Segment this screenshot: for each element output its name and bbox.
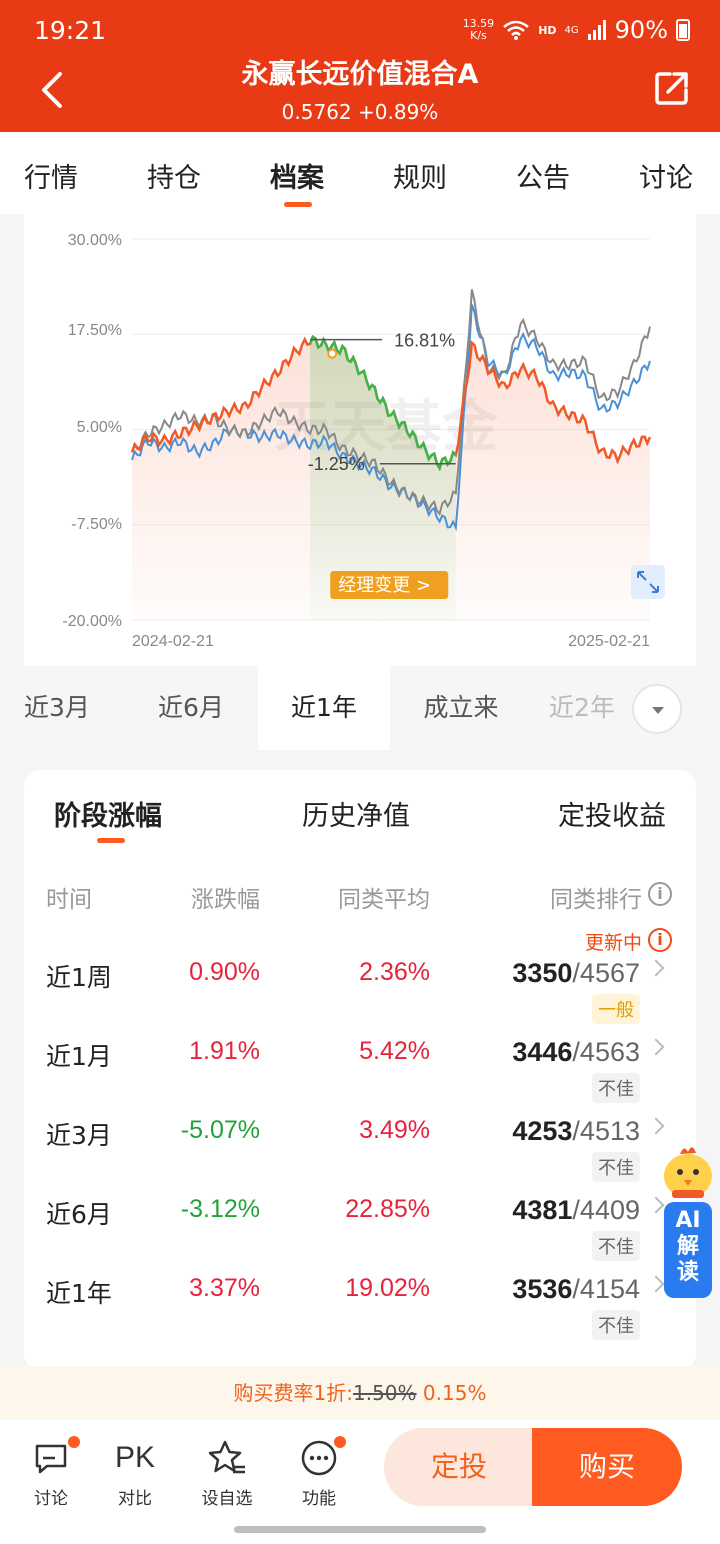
rank-level-badge: 不佳 [592,1310,640,1340]
rank-level-badge: 不佳 [592,1231,640,1261]
add-watchlist-button[interactable]: 设自选 [192,1434,262,1509]
chevron-right-icon[interactable] [647,1038,665,1056]
discuss-button[interactable]: 讨论 [16,1434,86,1509]
return-row[interactable]: 近1月 1.91% 5.42% 3446/4563 不佳 [24,1037,696,1117]
tab-discussion[interactable]: 讨论 [639,156,693,195]
expand-chart-button[interactable] [631,565,665,599]
rank-level-badge: 一般 [592,994,640,1024]
tab-rules[interactable]: 规则 [393,156,447,195]
ai-label: AI 解 读 [664,1202,712,1298]
range-2y[interactable]: 近2年 [532,666,632,750]
chat-bubble-icon [35,1444,67,1474]
net-speed: 13.59 K/s [462,17,495,42]
return-row[interactable]: 近6月 -3.12% 22.85% 4381/4409 不佳 [24,1195,696,1275]
return-row[interactable]: 近1周 0.90% 2.36% 3350/4567 一般 [24,958,696,1038]
chart-y-axis: 30.00% 17.50% 5.00% -7.50% -20.00% [62,232,122,630]
performance-chart[interactable]: 天天基金 16.81%-1.25%经理变更 > 30.00% 17.50% 5.… [24,214,696,666]
pk-icon: PK [114,1441,156,1474]
range-since-inception[interactable]: 成立来 [390,666,532,750]
y-tick-30: 30.00% [68,232,122,249]
tab-profile[interactable]: 档案 [270,156,324,195]
low-annotation-label: -1.25% [308,454,365,474]
updating-info-icon[interactable]: i [648,928,672,952]
range-3m[interactable]: 近3月 [24,666,124,750]
tab-announcements[interactable]: 公告 [516,156,570,195]
main-tabs: 行情 持仓 档案 规则 公告 讨论 [0,132,720,214]
rank-level-badge: 不佳 [592,1073,640,1103]
chick-mascot-icon [664,1147,712,1198]
nav-change: +0.89% [358,100,439,124]
col-change: 涨跌幅 [191,887,260,913]
fund-title: 永赢长远价值混合A [241,59,479,90]
y-tick-17: 17.50% [68,322,122,339]
star-add-icon [208,1440,245,1474]
fund-nav: 0.5762 +0.89% [0,100,720,124]
rank-info-icon[interactable]: i [648,882,672,906]
tab-market[interactable]: 行情 [24,156,78,195]
app-header: 19:21 13.59 K/s HD 4G 90% 永赢长远价值混合A 0.57… [0,0,720,132]
sip-button[interactable]: 定投 [384,1428,534,1506]
notification-dot [66,1434,82,1450]
fee-old-rate: 1.50% [353,1381,417,1405]
return-row[interactable]: 近3月 -5.07% 3.49% 4253/4513 不佳 [24,1116,696,1196]
high-annotation-label: 16.81% [394,331,455,351]
network-type: 4G [564,24,579,36]
tab-holdings[interactable]: 持仓 [147,156,201,195]
status-icons: 13.59 K/s HD 4G 90% [463,16,690,44]
chevron-right-icon[interactable] [647,1117,665,1135]
manager-change-label[interactable]: 经理变更 > [330,571,449,599]
wifi-icon [503,20,529,40]
y-tick-5: 5.00% [77,419,122,436]
col-peer-rank: 同类排行 [550,887,642,913]
functions-button[interactable]: 功能 [284,1434,354,1509]
range-tabs: 近3月 近6月 近1年 成立来 近2年 [24,666,696,750]
manager-change-label-text: 经理变更 > [338,575,431,596]
subtab-stage-returns[interactable]: 阶段涨幅 [54,794,162,833]
compare-button[interactable]: PK 对比 [100,1434,170,1509]
chart-card: 天天基金 16.81%-1.25%经理变更 > 30.00% 17.50% 5.… [24,214,696,750]
subtab-sip-returns[interactable]: 定投收益 [558,794,666,833]
rank-level-badge: 不佳 [592,1152,640,1182]
y-tick-neg7: -7.50% [71,516,122,533]
fee-new-rate: 0.15% [422,1381,487,1405]
range-more-dropdown-icon[interactable] [632,684,682,734]
updating-label: 更新中 [584,932,642,954]
range-1y[interactable]: 近1年 [258,666,390,750]
manager-change-point [327,348,338,359]
fee-discount-bar[interactable]: 购买费率1折:1.50% 0.15% [0,1366,720,1420]
range-6m[interactable]: 近6月 [124,666,258,750]
x-axis-start: 2024-02-21 [132,633,214,650]
subtab-historical-nav[interactable]: 历史净值 [302,794,410,833]
active-tab-indicator [284,202,312,207]
share-button[interactable] [652,68,692,108]
hd-indicator: HD [538,23,557,37]
y-tick-neg20: -20.00% [62,613,122,630]
returns-card: 阶段涨幅 历史净值 定投收益 时间 涨跌幅 同类平均 同类排行 i 更新中 i … [24,770,696,1370]
home-indicator [234,1526,486,1533]
chevron-right-icon[interactable] [647,959,665,977]
buy-button[interactable]: 购买 [532,1428,682,1506]
battery-icon [676,19,690,41]
status-time: 19:21 [34,16,107,45]
nav-value: 0.5762 [281,100,352,124]
col-peer-avg: 同类平均 [338,887,430,913]
notification-dot [332,1434,348,1450]
status-bar: 19:21 13.59 K/s HD 4G 90% [0,14,720,50]
battery-percent: 90% [614,16,668,44]
return-row[interactable]: 近1年 3.37% 19.02% 3536/4154 不佳 [24,1274,696,1354]
x-axis-end: 2025-02-21 [568,633,650,650]
signal-icon [587,20,606,40]
ai-interpret-button[interactable]: AI 解 读 [656,1140,720,1300]
col-period: 时间 [46,887,92,913]
fee-prefix: 购买费率1折: [233,1381,353,1405]
active-subtab-indicator [97,838,125,843]
